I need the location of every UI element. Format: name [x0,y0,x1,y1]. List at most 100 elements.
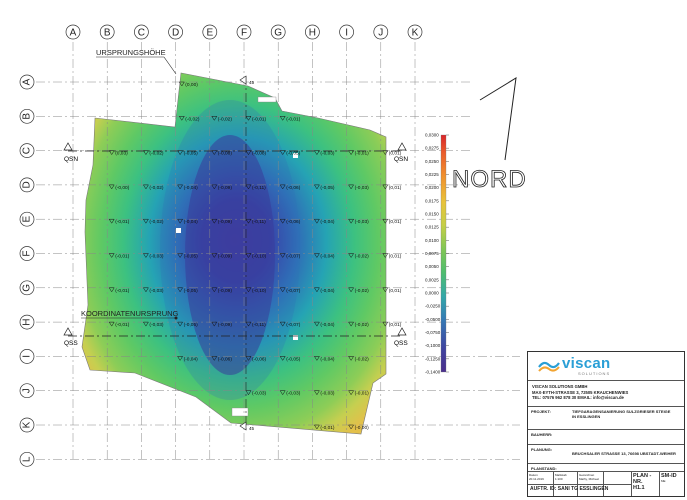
height-value: (-0,01) [355,151,370,157]
height-value: (-0,01) [115,322,130,328]
north-label: NORD [452,166,527,193]
client-row: BAUHERR: [528,430,684,445]
origin-height-leader [163,56,177,75]
height-value: (-0,04) [184,356,199,362]
section-marker-icon [63,142,73,151]
color-scale-bar [440,134,447,373]
height-value: (-0,00) [355,425,370,431]
grid-column-label: H [309,28,316,39]
legend-tick-label: 0,0125 [425,225,439,230]
grid-row-label: A [22,78,33,85]
height-value: (-0,04) [320,356,335,362]
title-block-footer: Datum 20.11.2019 Maßstab 1:100 Gezeichne… [528,471,684,496]
height-value: (-0,06) [252,356,267,362]
legend-tick-label: -0,1000 [425,343,441,348]
height-value: (-0,02) [355,322,370,328]
height-value: (0,01) [389,254,402,260]
slab-recess [257,96,277,103]
legend-tick-label: -0,0750 [425,330,441,335]
order-id: AUFTR. ID: SANI TG ESSLINGEN [528,484,632,493]
height-value: (-0,06) [286,185,301,191]
grid-row-label: G [22,284,33,292]
planning-value: BRUCHSALER STRASSE 13, 76698 UBSTADT-WEI… [572,451,676,456]
grid-row-headers: A B C D E F G H I J K L [19,74,35,467]
height-value: (-0,03) [286,391,301,397]
height-value: (-0,11) [252,219,266,225]
height-value: (0,01) [389,219,402,225]
height-value: (-0,03) [320,151,335,157]
height-value: (-0,09) [218,288,233,294]
grid-column-label: E [206,28,213,39]
grid-column-label: A [70,28,77,39]
height-value: (-0,03) [320,391,335,397]
height-value: (-0,08) [218,151,233,157]
height-value: (-0,06) [218,356,233,362]
grid-column-label: K [412,28,419,39]
section-s-label-right: QSS [394,340,408,347]
section-n-label-left: QSN [64,156,78,163]
viscan-wave-icon [538,361,560,372]
project-row: PROJEKT: TIEFGARAGENSANIERUNG SULZGRIESE… [528,407,684,430]
legend-tick-label: 0,0150 [425,212,439,217]
height-value: (-0,01) [115,219,130,225]
height-value: (-0,04) [320,219,335,225]
legend-tick-label: 0,0200 [425,185,439,190]
grid-column-label: F [241,28,247,39]
coordinate-origin-point [174,316,178,320]
legend-tick-label: -0,1400 [425,370,441,375]
column-marker [176,228,181,233]
height-value: (-0,03) [252,391,267,397]
height-value: (-0,05) [184,151,199,157]
height-value: (-0,04) [320,254,335,260]
height-value: (-0,11) [252,322,266,328]
height-value: (0,00) [185,82,198,88]
height-value: (-0,01) [320,425,335,431]
grid-column-label: B [104,28,111,39]
height-value: (-0,07) [286,254,301,260]
sheet-code: ME [661,479,666,483]
height-value: (-0,06) [286,219,301,225]
height-value: (-0,03) [355,219,370,225]
height-value: (-0,07) [286,322,301,328]
plan-number-cell: PLAN - NR. H1.1 [632,472,660,496]
project-label: PROJEKT: [531,409,551,414]
section-s-label-left: QSS [64,340,78,347]
legend-tick-label: 0,0100 [425,238,439,243]
grid-row-label: H [22,318,33,325]
grid-row-label: I [22,355,33,358]
grid-column-label: C [138,28,145,39]
section-cut-label-top: 45 [249,80,255,85]
height-value: (-0,09) [218,254,233,260]
height-value: (-0,09) [218,219,233,225]
address-line: TEL: 07576 962 878 30 EMAIL: info@viscan… [532,395,624,401]
height-value: (-0,02) [185,116,200,122]
height-value: (0,01) [389,185,402,191]
grid-row-label: L [22,456,33,462]
grid-column-headers: A B C D E F G H I J K [65,24,423,40]
grid-row-label: C [22,147,33,154]
section-cut-label-bottom: 45 [249,426,255,431]
client-label: BAUHERR: [531,432,553,437]
grid-row-label: J [22,388,33,393]
project-value-line: IN ESSLINGEN [572,414,601,419]
height-value: (-0,05) [184,254,199,260]
height-value: (-0,07) [286,288,301,294]
height-value: (-0,04) [320,322,335,328]
grid-column-label: I [345,28,348,39]
date-value: 20.11.2019 [529,477,544,481]
company-logo: viscan SOLUTIONS [528,352,684,381]
height-value: (-0,02) [149,185,164,191]
height-value: (-0,05) [286,356,301,362]
height-value: (-0,02) [355,288,370,294]
height-value: (-0,03) [355,185,370,191]
height-value: (-0,05) [286,151,301,157]
legend-tick-label: 0,0275 [425,146,439,151]
legend-tick-label: 0,0050 [425,264,439,269]
legend-tick-label: -0,0250 [425,304,441,309]
grid-column-label: G [274,28,282,39]
height-value: (-0,10) [252,288,267,294]
height-value: (-0,01) [355,391,370,397]
company-tag: SOLUTIONS [578,371,611,376]
height-value: (-0,05) [184,288,199,294]
height-value: (-0,04) [184,219,199,225]
